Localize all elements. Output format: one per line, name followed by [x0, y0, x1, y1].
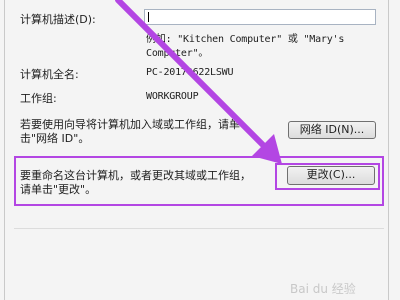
arrow-shaft [115, 0, 271, 153]
watermark-text: Bai du 经验 [290, 282, 356, 296]
annotation-arrow [115, 0, 282, 164]
